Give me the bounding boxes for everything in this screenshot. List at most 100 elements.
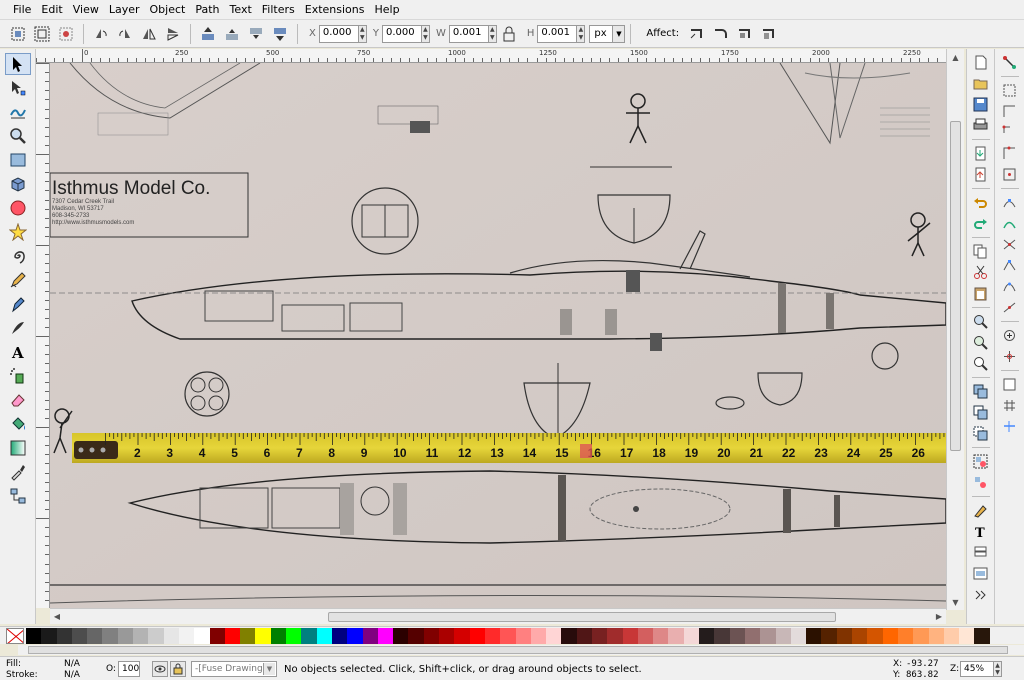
open-folder-icon[interactable] [971, 74, 991, 92]
affect-pattern-icon[interactable] [759, 24, 779, 44]
layers-icon[interactable] [971, 543, 991, 561]
node-tool[interactable] [5, 77, 31, 99]
color-swatch[interactable] [117, 627, 134, 644]
color-swatch[interactable] [806, 627, 822, 644]
color-swatch[interactable] [102, 627, 118, 644]
color-swatch[interactable] [148, 627, 164, 644]
color-swatch[interactable] [760, 627, 776, 644]
select-all-button[interactable] [8, 24, 28, 44]
palette-scroll-thumb[interactable] [28, 646, 1008, 654]
menu-file[interactable]: File [8, 3, 36, 16]
color-swatch[interactable] [775, 627, 791, 644]
color-swatch[interactable] [836, 627, 853, 644]
pen-tool[interactable] [5, 293, 31, 315]
affect-corner-scale-icon[interactable] [711, 24, 731, 44]
color-swatch[interactable] [790, 627, 807, 644]
color-swatch[interactable] [867, 627, 883, 644]
copy-icon[interactable] [971, 242, 991, 260]
snap-line-midpoint-icon[interactable] [1000, 298, 1020, 316]
color-swatch[interactable] [500, 627, 516, 644]
color-swatch[interactable] [469, 627, 485, 644]
lower-to-bottom-icon[interactable] [270, 24, 290, 44]
x-input[interactable]: 0.000 [318, 24, 359, 43]
width-input[interactable]: 0.001 [448, 24, 489, 43]
opacity-input[interactable]: 100 [118, 661, 140, 677]
menu-extensions[interactable]: Extensions [300, 3, 370, 16]
scroll-left-icon[interactable]: ◀ [50, 609, 64, 624]
color-swatch[interactable] [209, 627, 225, 644]
affect-stroke-scale-icon[interactable] [687, 24, 707, 44]
color-swatch[interactable] [224, 627, 241, 644]
lower-icon[interactable] [246, 24, 266, 44]
color-swatch[interactable] [852, 627, 868, 644]
horizontal-scrollbar[interactable]: ◀ ▶ [50, 608, 946, 624]
color-swatch[interactable] [959, 627, 975, 644]
calligraphy-tool[interactable] [5, 317, 31, 339]
color-swatch[interactable] [530, 627, 547, 644]
export-icon[interactable] [971, 165, 991, 183]
lock-proportions-icon[interactable] [499, 24, 519, 44]
zoom-tool[interactable] [5, 125, 31, 147]
affect-gradient-icon[interactable] [735, 24, 755, 44]
color-swatch[interactable] [943, 627, 960, 644]
color-swatch[interactable] [928, 627, 944, 644]
text-tool[interactable]: A [5, 341, 31, 363]
rotate-cw-icon[interactable] [115, 24, 135, 44]
duplicate-icon[interactable] [971, 382, 991, 400]
snap-cusp-nodes-icon[interactable] [1000, 256, 1020, 274]
snap-smooth-nodes-icon[interactable] [1000, 277, 1020, 295]
paste-icon[interactable] [971, 284, 991, 302]
y-input[interactable]: 0.000 [381, 24, 422, 43]
horizontal-scroll-thumb[interactable] [328, 612, 836, 622]
color-swatch[interactable] [56, 627, 72, 644]
snap-intersections-icon[interactable] [1000, 235, 1020, 253]
flip-horizontal-icon[interactable] [139, 24, 159, 44]
color-swatch[interactable] [41, 627, 57, 644]
color-swatch[interactable] [423, 627, 440, 644]
color-swatch[interactable] [163, 627, 179, 644]
menu-text[interactable]: Text [225, 3, 257, 16]
ellipse-tool[interactable] [5, 197, 31, 219]
color-swatch[interactable] [668, 627, 684, 644]
color-swatch[interactable] [821, 627, 837, 644]
zoom-selection-icon[interactable] [971, 312, 991, 330]
snap-grid-icon[interactable] [1000, 396, 1020, 414]
redo-icon[interactable] [971, 214, 991, 232]
eraser-tool[interactable] [5, 389, 31, 411]
spiral-tool[interactable] [5, 245, 31, 267]
color-swatch[interactable] [255, 627, 271, 644]
color-swatch[interactable] [362, 627, 378, 644]
connector-tool[interactable] [5, 485, 31, 507]
scroll-right-icon[interactable]: ▶ [932, 609, 946, 624]
align-distribute-icon[interactable] [971, 564, 991, 582]
color-swatch[interactable] [331, 627, 348, 644]
vertical-ruler[interactable] [36, 63, 50, 608]
color-swatch[interactable] [607, 627, 623, 644]
undo-icon[interactable] [971, 193, 991, 211]
new-document-icon[interactable] [971, 53, 991, 71]
save-icon[interactable] [971, 95, 991, 113]
color-swatch[interactable] [454, 627, 470, 644]
menu-object[interactable]: Object [145, 3, 191, 16]
color-swatch[interactable] [178, 627, 195, 644]
color-swatch[interactable] [194, 627, 210, 644]
print-icon[interactable] [971, 116, 991, 134]
import-icon[interactable] [971, 144, 991, 162]
selector-tool[interactable] [4, 53, 31, 75]
color-swatch[interactable] [286, 627, 302, 644]
pencil-tool[interactable] [5, 269, 31, 291]
rotate-ccw-icon[interactable] [91, 24, 111, 44]
no-paint-swatch[interactable] [6, 627, 24, 644]
snap-bbox-center-icon[interactable] [1000, 165, 1020, 183]
tweak-tool[interactable] [5, 101, 31, 123]
horizontal-ruler[interactable]: 0 250 500 750 1000 1250 1500 1750 2000 2250 [36, 49, 946, 63]
deselect-button[interactable] [56, 24, 76, 44]
color-swatch[interactable] [133, 627, 149, 644]
snap-bbox-edge-icon[interactable] [1000, 102, 1020, 120]
color-swatch[interactable] [576, 627, 592, 644]
menu-help[interactable]: Help [369, 3, 404, 16]
unit-select[interactable]: px ▼ [589, 24, 626, 43]
height-input[interactable]: 0.001 [537, 24, 578, 43]
width-spinner[interactable]: ▲ ▼ [488, 24, 497, 43]
color-swatch[interactable] [974, 627, 990, 644]
